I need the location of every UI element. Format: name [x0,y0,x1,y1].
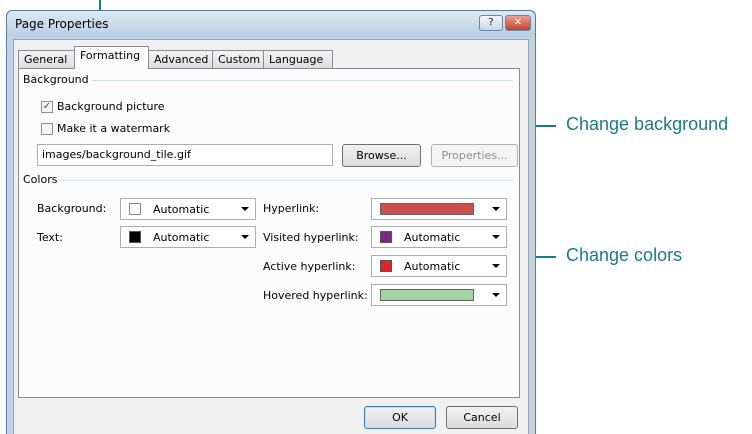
background-picture-label: Background picture [57,100,165,113]
watermark-checkbox[interactable] [41,123,53,135]
ok-button[interactable]: OK [364,406,436,429]
title-bar[interactable]: Page Properties ? ✕ [7,11,535,37]
background-color-value: Automatic [153,203,210,216]
active-hyperlink-label: Active hyperlink: [263,260,356,273]
visited-hyperlink-swatch [380,231,392,243]
background-group-line [23,80,513,81]
background-file-input[interactable]: images/background_tile.gif [37,144,333,166]
formatting-panel: Background ✓ Background picture Make it … [18,68,520,398]
background-color-label: Background: [37,202,107,215]
text-color-swatch [129,231,141,243]
chevron-down-icon [492,293,500,297]
annotation-change-background: Change background [566,114,729,134]
chevron-down-icon [492,207,500,211]
tab-general[interactable]: General [18,50,75,68]
text-color-value: Automatic [153,231,210,244]
hyperlink-color-swatch [380,203,474,215]
background-color-select[interactable]: Automatic [120,198,256,220]
background-group-label: Background [23,73,92,86]
hovered-hyperlink-label: Hovered hyperlink: [263,289,368,302]
hyperlink-label: Hyperlink: [263,202,320,215]
active-hyperlink-select[interactable]: Automatic [371,255,507,277]
visited-hyperlink-value: Automatic [404,231,461,244]
tab-language[interactable]: Language [263,50,333,68]
help-button[interactable]: ? [479,15,503,31]
chevron-down-icon [241,207,249,211]
active-hyperlink-swatch [380,260,392,272]
text-color-select[interactable]: Automatic [120,226,256,248]
colors-group-label: Colors [23,173,61,186]
close-button[interactable]: ✕ [505,15,531,31]
background-picture-checkbox[interactable]: ✓ [41,101,53,113]
tab-custom[interactable]: Custom [212,50,264,68]
tab-advanced[interactable]: Advanced [148,50,213,68]
window-title: Page Properties [15,17,109,31]
hyperlink-color-select[interactable] [371,198,507,220]
dialog-client: General Formatting Advanced Custom Langu… [13,39,529,434]
chevron-down-icon [492,235,500,239]
tab-formatting[interactable]: Formatting [74,46,149,69]
cancel-button[interactable]: Cancel [446,406,518,429]
visited-hyperlink-label: Visited hyperlink: [263,231,359,244]
text-color-label: Text: [37,231,63,244]
background-color-swatch [129,203,141,215]
properties-button[interactable]: Properties... [431,144,518,167]
page-properties-dialog: Page Properties ? ✕ General Formatting A… [6,10,536,434]
colors-group-line [23,180,513,181]
browse-button[interactable]: Browse... [342,144,421,167]
chevron-down-icon [492,264,500,268]
chevron-down-icon [241,235,249,239]
active-hyperlink-value: Automatic [404,260,461,273]
visited-hyperlink-select[interactable]: Automatic [371,226,507,248]
hovered-hyperlink-select[interactable] [371,284,507,306]
annotation-change-colors: Change colors [566,245,683,265]
watermark-label: Make it a watermark [57,122,171,135]
hovered-hyperlink-swatch [380,289,474,301]
